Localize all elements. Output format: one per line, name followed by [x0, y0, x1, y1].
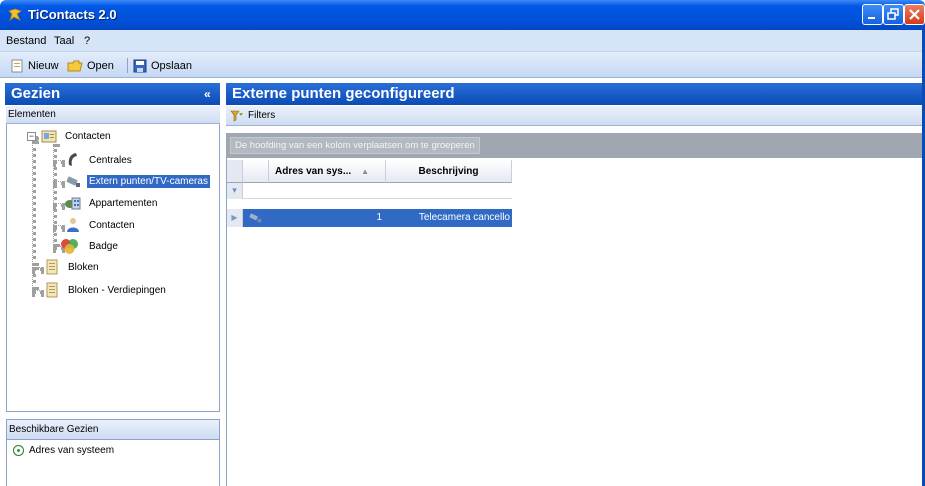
tree-line — [53, 203, 65, 207]
filters-button[interactable]: Filters — [230, 110, 275, 122]
tree-label: Badge — [89, 240, 118, 252]
tree-item-contacten[interactable]: Contacten — [65, 217, 137, 233]
views-panel-header: Gezien « — [5, 83, 220, 105]
open-folder-icon — [67, 60, 83, 71]
tree-item-appartementen[interactable]: Appartementen — [65, 195, 159, 211]
menu-help[interactable]: ? — [84, 35, 90, 47]
camera-icon — [66, 176, 80, 187]
open-button[interactable]: Open — [67, 57, 114, 74]
new-button[interactable]: Nieuw — [10, 57, 59, 74]
tree-line — [32, 290, 44, 294]
window-title: TiContacts 2.0 — [28, 7, 117, 22]
tree-item-bloken-verdiepingen[interactable]: Bloken - Verdiepingen — [44, 282, 168, 298]
elements-section-label: Elementen — [6, 106, 220, 124]
maximize-button[interactable] — [883, 4, 904, 25]
new-label: Nieuw — [28, 59, 59, 72]
tree-label: Centrales — [89, 154, 132, 166]
tree-label: Extern punten/TV-cameras — [87, 174, 210, 188]
data-grid: Adres van sys... ▲ Beschrijving ▾ ▶ 1 Te… — [226, 158, 925, 486]
column-header-address-label: Adres van sys... — [275, 165, 352, 177]
toolbar-separator — [127, 58, 128, 73]
icon-column-header — [243, 160, 269, 183]
building-floors-icon — [46, 282, 58, 298]
save-label: Opslaan — [151, 59, 192, 72]
menu-bestand[interactable]: Bestand — [6, 35, 46, 47]
building-block-icon — [46, 259, 58, 275]
views-panel: Gezien « Elementen − Contacten Centrales… — [0, 83, 222, 486]
row-pointer-icon: ▶ — [227, 209, 243, 227]
apartment-icon — [65, 197, 81, 210]
collapse-panel-button[interactable]: « — [204, 87, 211, 101]
tree-line — [53, 225, 65, 229]
tree-collapse-toggle[interactable]: − — [27, 132, 36, 141]
view-option-label: Adres van systeem — [29, 445, 115, 456]
column-header-description[interactable]: Beschrijving — [386, 160, 512, 183]
tree-item-contacten-root[interactable]: Contacten — [41, 128, 113, 144]
tree-label: Bloken — [68, 261, 99, 273]
content-title: Externe punten geconfigureerd — [226, 83, 925, 105]
views-panel-title: Gezien — [11, 85, 61, 102]
tree-label: Contacten — [65, 130, 111, 142]
filter-row-icon: ▾ — [227, 183, 243, 199]
title-bar: TiContacts 2.0 — [0, 0, 925, 30]
phone-handset-icon — [68, 153, 77, 166]
grid-header-row: Adres van sys... ▲ Beschrijving — [227, 160, 512, 183]
tree-label: Bloken - Verdiepingen — [68, 284, 166, 296]
camera-icon — [249, 213, 262, 223]
app-icon — [8, 8, 22, 22]
tree-item-badge[interactable]: Badge — [59, 238, 120, 254]
tree-item-extern-punten[interactable]: Extern punten/TV-cameras — [65, 173, 210, 189]
tree-line — [32, 141, 36, 266]
person-icon — [67, 218, 79, 232]
content-panel: Externe punten geconfigureerd Filters De… — [226, 83, 925, 486]
row-selector-header — [227, 160, 243, 183]
open-label: Open — [87, 59, 114, 72]
tree-label: Contacten — [89, 219, 135, 231]
minimize-icon — [868, 17, 875, 19]
new-document-icon — [11, 59, 23, 72]
minimize-button[interactable] — [862, 4, 883, 25]
group-by-bar[interactable]: De hoofding van een kolom verplaatsen om… — [226, 133, 925, 158]
tree-label: Appartementen — [89, 197, 158, 209]
tree-item-centrales[interactable]: Centrales — [65, 152, 134, 168]
badge-circles-icon — [61, 239, 78, 254]
view-option-adres[interactable]: Adres van systeem — [13, 445, 114, 456]
filters-bar: Filters — [226, 106, 925, 126]
tree-line — [53, 160, 65, 164]
column-header-description-label: Beschrijving — [418, 165, 479, 177]
radio-selected-icon[interactable] — [13, 445, 24, 456]
save-button[interactable]: Opslaan — [133, 57, 192, 74]
tree-line — [53, 181, 65, 185]
close-icon — [909, 9, 920, 20]
table-row[interactable]: ▶ 1 Telecamera cancello — [227, 209, 512, 227]
cell-description: Telecamera cancello — [418, 212, 510, 223]
available-views-header: Beschikbare Gezien — [6, 419, 220, 440]
row-camera-cell — [243, 209, 269, 227]
tree-line — [32, 267, 36, 290]
save-disk-icon — [133, 59, 147, 72]
column-header-address[interactable]: Adres van sys... ▲ — [269, 160, 386, 183]
cell-address: 1 — [376, 212, 382, 223]
menu-bar: Bestand Taal ? — [0, 30, 925, 52]
filters-label: Filters — [248, 110, 276, 121]
contacts-book-icon — [41, 130, 57, 143]
elements-tree: − Contacten Centrales Extern punten/TV-c… — [6, 124, 220, 412]
toolbar: Nieuw Open Opslaan — [0, 52, 925, 78]
restore-icon — [887, 8, 899, 20]
filter-row[interactable]: ▾ — [227, 183, 512, 199]
available-views-list: Adres van systeem — [6, 440, 220, 486]
filter-funnel-icon — [230, 110, 243, 121]
close-button[interactable] — [904, 4, 925, 25]
menu-taal[interactable]: Taal — [54, 35, 74, 47]
sort-ascending-icon: ▲ — [361, 166, 370, 176]
group-by-hint: De hoofding van een kolom verplaatsen om… — [230, 137, 480, 154]
tree-item-bloken[interactable]: Bloken — [44, 259, 101, 275]
